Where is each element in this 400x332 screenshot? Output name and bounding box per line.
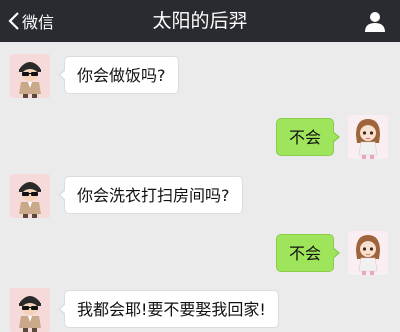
contact-avatar[interactable] <box>10 288 50 332</box>
sent-message-bubble[interactable]: 不会 <box>275 118 341 156</box>
contact-avatar[interactable] <box>10 174 50 218</box>
my-avatar[interactable] <box>348 115 388 159</box>
received-message-bubble[interactable]: 我都会耶!要不要娶我回家! <box>58 290 279 328</box>
my-avatar[interactable] <box>348 231 388 275</box>
received-message-bubble[interactable]: 你会洗衣打扫房间吗? <box>58 176 243 214</box>
person-icon[interactable] <box>364 10 386 32</box>
sent-message-bubble[interactable]: 不会 <box>275 234 341 272</box>
contact-avatar[interactable] <box>10 54 50 98</box>
navigation-bar: 微信 太阳的后羿 <box>0 0 400 42</box>
chat-title: 太阳的后羿 <box>152 10 248 32</box>
received-message-bubble[interactable]: 你会做饭吗? <box>58 56 179 94</box>
